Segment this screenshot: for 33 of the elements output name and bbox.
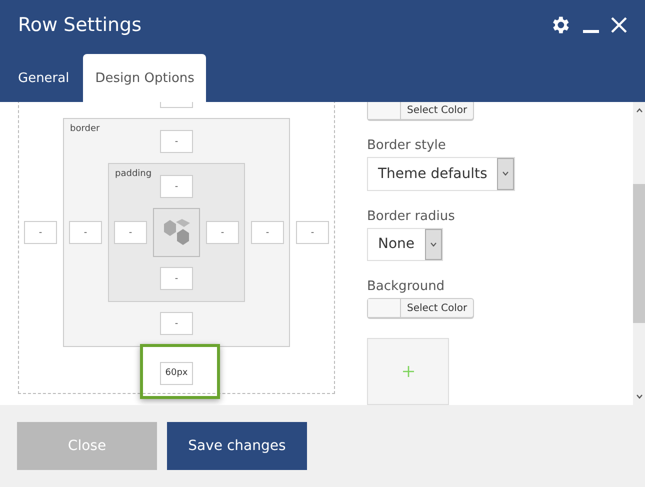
select-color-button[interactable]: Select Color — [367, 102, 474, 120]
value-field[interactable]: - — [296, 221, 329, 244]
tab[interactable]: Design Options — [83, 54, 206, 102]
dropdown[interactable]: Theme defaults — [367, 157, 516, 191]
value-field[interactable]: 60px — [160, 362, 193, 384]
caret-icon — [502, 171, 510, 176]
scroll-down-icon[interactable] — [636, 394, 642, 399]
close-icon[interactable] — [611, 17, 627, 33]
save-button[interactable]: Save changes — [167, 422, 307, 470]
value-field[interactable]: - — [160, 312, 193, 335]
cubes-icon — [162, 218, 190, 248]
field-label: Border style — [367, 138, 446, 154]
value-field[interactable]: - — [24, 221, 57, 244]
window-title: Row Settings — [18, 14, 142, 36]
value-field[interactable]: - — [160, 267, 193, 290]
value-field[interactable]: - — [160, 130, 193, 153]
tab[interactable]: General — [6, 54, 82, 102]
value-field[interactable]: - — [114, 221, 147, 244]
scroll-up-icon[interactable] — [636, 108, 642, 113]
caret-icon — [430, 242, 437, 247]
dropdown[interactable]: None — [367, 228, 443, 262]
value-field[interactable]: - — [251, 221, 284, 244]
select-color-button[interactable]: Select Color — [367, 298, 474, 318]
plus-icon — [402, 366, 414, 378]
border-label: border — [70, 124, 100, 134]
scrollbar-thumb[interactable] — [633, 184, 645, 323]
value-field[interactable]: - — [206, 221, 239, 244]
padding-label: padding — [115, 169, 152, 179]
value-field[interactable]: - — [69, 221, 102, 244]
scrollbar[interactable] — [633, 102, 645, 405]
field-label: Background — [367, 279, 445, 294]
value-field[interactable]: - — [160, 175, 193, 198]
field-label: Border radius — [367, 208, 455, 224]
